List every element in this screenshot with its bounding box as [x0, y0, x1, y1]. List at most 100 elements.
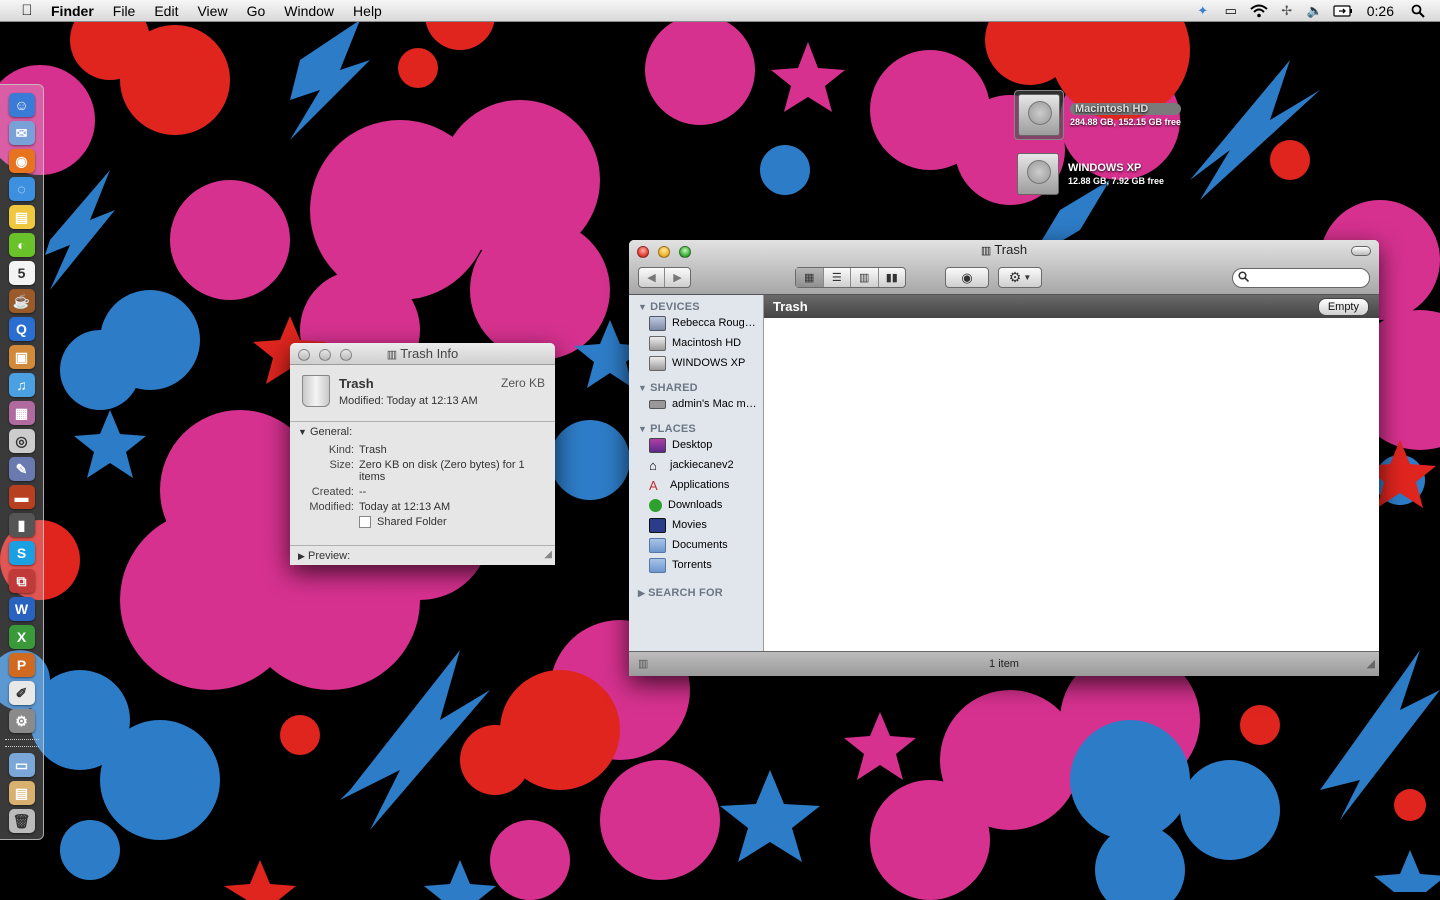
- mail-stamp-icon[interactable]: ✉: [8, 121, 35, 145]
- sidebar-item-home[interactable]: ⌂ jackiecanev2: [629, 455, 763, 475]
- general-section-toggle[interactable]: ▼ General:: [290, 422, 555, 438]
- word-icon[interactable]: W: [8, 597, 35, 621]
- skype-icon[interactable]: S: [8, 541, 35, 565]
- iphoto-icon[interactable]: ▣: [8, 345, 35, 369]
- menu-view[interactable]: View: [197, 3, 227, 19]
- finder-content-area[interactable]: [764, 318, 1379, 652]
- sidebar-heading-places[interactable]: ▼ PLACES: [638, 423, 763, 435]
- dvd-player-icon[interactable]: ◎: [8, 429, 35, 453]
- list-view-button[interactable]: ☰: [824, 268, 851, 287]
- trash-icon[interactable]: 🗑: [8, 809, 35, 833]
- ical-icon[interactable]: 5: [8, 261, 35, 285]
- sidebar-item-applications[interactable]: A Applications: [629, 475, 763, 495]
- sidebar-item-label: Desktop: [672, 439, 713, 451]
- sidebar-item-torrents[interactable]: Torrents: [629, 555, 763, 575]
- quicktime-icon[interactable]: Q: [8, 317, 35, 341]
- sidebar-item-downloads[interactable]: Downloads: [629, 495, 763, 515]
- menu-bar:  Finder File Edit View Go Window Help ✦…: [0, 0, 1440, 22]
- sidebar-item-movies[interactable]: Movies: [629, 515, 763, 535]
- menu-window[interactable]: Window: [284, 3, 334, 19]
- printer-icon[interactable]: ▤: [8, 205, 35, 229]
- home-icon: ⌂: [649, 457, 657, 473]
- menu-file[interactable]: File: [113, 3, 136, 19]
- minimize-button[interactable]: [319, 349, 331, 361]
- desktop-icon: [649, 437, 666, 453]
- zoom-button[interactable]: [340, 349, 352, 361]
- menu-help[interactable]: Help: [353, 3, 382, 19]
- sidebar-heading-devices[interactable]: ▼ DEVICES: [638, 301, 763, 313]
- coffee-icon[interactable]: ☕: [8, 289, 35, 313]
- search-field[interactable]: [1232, 268, 1370, 288]
- info-titlebar[interactable]: ▥ Trash Info: [290, 343, 555, 365]
- menu-clock[interactable]: 0:26: [1367, 3, 1394, 19]
- drive-size: 284.88 GB, 152.15 GB free: [1070, 117, 1182, 127]
- toolbar-toggle-button[interactable]: [1351, 246, 1371, 256]
- itunes-icon[interactable]: ♫: [8, 373, 35, 397]
- finder-icon[interactable]: ☺: [8, 93, 35, 117]
- imovie-icon[interactable]: ▮: [8, 513, 35, 537]
- desktop-drive-windows-xp[interactable]: WINDOWS XP 12.88 GB, 7.92 GB free: [1014, 150, 1164, 198]
- finder-toolbar[interactable]: ▥ Trash ◀ ▶ ▦ ☰ ▥ ▮▮ ◉ ⚙ ▼: [629, 240, 1379, 295]
- sidebar-item-label: Documents: [672, 539, 728, 551]
- wifi-icon[interactable]: [1249, 3, 1269, 19]
- excel-icon[interactable]: X: [8, 625, 35, 649]
- bluetooth-icon[interactable]: ✢: [1277, 3, 1297, 19]
- icon-view-button[interactable]: ▦: [796, 268, 824, 287]
- sidebar-heading-search-for[interactable]: ▶ SEARCH FOR: [638, 587, 763, 599]
- desktop-drive-macintosh-hd[interactable]: Macintosh HD 284.88 GB, 152.15 GB free: [1014, 90, 1182, 140]
- hard-drive-icon: [649, 355, 666, 371]
- resize-grip-icon[interactable]: ◢: [544, 545, 552, 565]
- kind-value: Trash: [359, 444, 387, 456]
- sidebar-item-admins-mac[interactable]: admin's Mac m…: [629, 394, 763, 414]
- sidebar-item-label: jackiecanev2: [670, 459, 734, 471]
- sidebar-item-desktop[interactable]: Desktop: [629, 435, 763, 455]
- resize-grip-icon[interactable]: ◢: [1367, 652, 1375, 676]
- documents-folder-icon: [649, 537, 666, 553]
- sidebar-item-windows-xp[interactable]: WINDOWS XP: [629, 353, 763, 373]
- system-utility-icon[interactable]: ▦: [8, 401, 35, 425]
- menu-go[interactable]: Go: [247, 3, 266, 19]
- coverflow-view-button[interactable]: ▮▮: [879, 268, 906, 287]
- dropbox-icon[interactable]: ✦: [1193, 3, 1213, 19]
- hard-drive-icon: [649, 335, 666, 351]
- menu-edit[interactable]: Edit: [154, 3, 178, 19]
- photo-booth-icon[interactable]: ▬: [8, 485, 35, 509]
- sidebar-item-documents[interactable]: Documents: [629, 535, 763, 555]
- powerpoint-icon[interactable]: P: [8, 653, 35, 677]
- sidebar-item-rebecca[interactable]: Rebecca Roug…: [629, 313, 763, 333]
- sidebar-item-macintosh-hd[interactable]: Macintosh HD: [629, 333, 763, 353]
- quick-look-button[interactable]: ◉: [945, 267, 989, 288]
- created-value: --: [359, 486, 367, 498]
- display-icon[interactable]: ▭: [1221, 3, 1241, 19]
- vmware-icon[interactable]: ⧉: [8, 569, 35, 593]
- menu-finder[interactable]: Finder: [51, 3, 94, 19]
- spotlight-icon[interactable]: [1408, 3, 1428, 19]
- volume-icon[interactable]: 🔈: [1305, 3, 1325, 19]
- preview-icon[interactable]: ✎: [8, 457, 35, 481]
- empty-trash-button[interactable]: Empty: [1317, 298, 1369, 316]
- preview-section-toggle[interactable]: ▶ Preview: ◢: [290, 545, 555, 565]
- back-button[interactable]: ◀: [639, 268, 665, 287]
- textedit-icon[interactable]: ✐: [8, 681, 35, 705]
- system-preferences-icon[interactable]: ⚙: [8, 709, 35, 733]
- size-label: Size:: [329, 459, 354, 471]
- info-modified-line: Modified: Today at 12:13 AM: [339, 395, 478, 407]
- close-button[interactable]: [298, 349, 310, 361]
- apple-menu-icon[interactable]: : [17, 2, 37, 19]
- size-value: Zero KB on disk (Zero bytes) for 1 items: [359, 459, 525, 483]
- limewire-icon[interactable]: ◐: [8, 233, 35, 257]
- forward-button[interactable]: ▶: [665, 268, 690, 287]
- downloads-stack-icon[interactable]: ▤: [8, 781, 35, 805]
- sidebar-heading-shared[interactable]: ▼ SHARED: [638, 382, 763, 394]
- disclosure-open-icon: ▼: [298, 427, 307, 437]
- shared-folder-checkbox[interactable]: [359, 516, 371, 529]
- modified-label: Modified:: [309, 501, 354, 513]
- info-item-name: Trash: [339, 376, 374, 391]
- action-menu-button[interactable]: ⚙ ▼: [998, 267, 1042, 288]
- documents-folder-icon[interactable]: ▭: [8, 753, 35, 777]
- column-view-button[interactable]: ▥: [851, 268, 879, 287]
- battery-icon[interactable]: [1333, 3, 1353, 19]
- finder-window: ▥ Trash ◀ ▶ ▦ ☰ ▥ ▮▮ ◉ ⚙ ▼ ▼ DEVICES Rebec…: [629, 240, 1379, 676]
- firefox-icon[interactable]: ◉: [8, 149, 35, 173]
- ichat-icon[interactable]: ◌: [8, 177, 35, 201]
